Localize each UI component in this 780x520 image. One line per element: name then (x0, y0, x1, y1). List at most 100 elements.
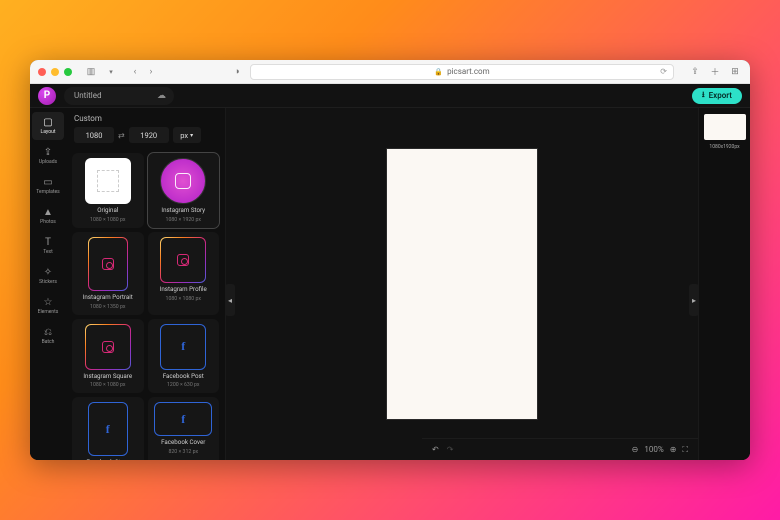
page-thumbnail[interactable] (704, 114, 746, 140)
height-input[interactable]: 1920 (129, 127, 169, 143)
chevron-down-icon[interactable]: ▾ (104, 65, 118, 79)
preset-thumb: f (88, 402, 128, 456)
layout-panel: Custom 1080 ⇄ 1920 px▾ Original 1080 × 10… (66, 108, 226, 460)
rail-item-batch[interactable]: ⎌Batch (32, 322, 64, 350)
app-topbar: P Untitled ☁ ⭳ Export (30, 84, 750, 108)
uploads-icon: ⇪ (44, 148, 52, 158)
canvas-stage[interactable]: ◂ ▸ ↶ ↷ ⊖ 100% ⊕ ⛶ (226, 108, 698, 460)
preset-dims: 820 × 312 px (168, 449, 198, 455)
zoom-level[interactable]: 100% (644, 445, 663, 454)
rail-item-text[interactable]: TText (32, 232, 64, 260)
address-bar[interactable]: 🔒 picsart.com ⟳ (250, 64, 674, 80)
undo-button[interactable]: ↶ (432, 445, 439, 454)
cloud-sync-icon[interactable]: ☁ (157, 91, 166, 101)
preset-dims: 1080 × 1920 px (166, 217, 201, 223)
document-title-text: Untitled (74, 91, 101, 100)
preset-card[interactable]: Instagram Portrait 1080 × 1350 px (72, 232, 144, 315)
rail-item-photos[interactable]: ▲Photos (32, 202, 64, 230)
tabs-icon[interactable]: ⊞ (728, 65, 742, 79)
export-button[interactable]: ⭳ Export (692, 88, 742, 104)
document-title[interactable]: Untitled ☁ (64, 87, 174, 105)
collapse-left-panel[interactable]: ◂ (225, 284, 235, 316)
page-dimensions: 1080x1920px (709, 144, 739, 150)
browser-chrome: ▥ ▾ ‹ › ◑ 🔒 picsart.com ⟳ ⇪ ＋ ⊞ (30, 60, 750, 84)
preset-grid: Original 1080 × 1080 px Instagram Story 108… (66, 149, 225, 460)
rail-label: Layout (41, 129, 56, 135)
pages-sidebar: 1080x1920px (698, 108, 750, 460)
browser-window: ▥ ▾ ‹ › ◑ 🔒 picsart.com ⟳ ⇪ ＋ ⊞ P Untitl… (30, 60, 750, 460)
preset-label: Instagram Profile (160, 286, 207, 293)
canvas[interactable] (387, 149, 537, 419)
app-root: P Untitled ☁ ⭳ Export ▢Layout⇪Uploads▭Te… (30, 84, 750, 460)
stickers-icon: ✧ (44, 268, 52, 278)
custom-dimensions-row: 1080 ⇄ 1920 px▾ (66, 127, 225, 149)
close-window-icon[interactable] (38, 68, 46, 76)
export-label: Export (709, 91, 732, 100)
rail-item-elements[interactable]: ☆Elements (32, 292, 64, 320)
rail-label: Stickers (39, 279, 57, 285)
lock-icon: 🔒 (434, 68, 443, 76)
rail-item-uploads[interactable]: ⇪Uploads (32, 142, 64, 170)
photos-icon: ▲ (43, 208, 53, 218)
rail-item-layout[interactable]: ▢Layout (32, 112, 64, 140)
rail-item-stickers[interactable]: ✧Stickers (32, 262, 64, 290)
sidebar-toggle-icon[interactable]: ▥ (84, 65, 98, 79)
preset-label: Instagram Square (83, 373, 132, 380)
shield-icon[interactable]: ◑ (230, 65, 244, 79)
templates-icon: ▭ (43, 178, 52, 188)
preset-label: Original (97, 207, 118, 214)
rail-item-templates[interactable]: ▭Templates (32, 172, 64, 200)
back-button[interactable]: ‹ (128, 65, 142, 79)
export-icon: ⭳ (702, 89, 705, 103)
preset-card[interactable]: fFacebook Story1080 × 1920 px (72, 397, 144, 460)
unit-dropdown[interactable]: px▾ (173, 127, 201, 143)
collapse-right-panel[interactable]: ▸ (689, 284, 699, 316)
preset-thumb: f (154, 402, 212, 436)
reload-icon[interactable]: ⟳ (660, 67, 667, 76)
preset-card[interactable]: Instagram Profile 1080 × 1080 px (148, 232, 220, 315)
bottom-bar: ↶ ↷ ⊖ 100% ⊕ ⛶ (422, 438, 698, 460)
maximize-window-icon[interactable] (64, 68, 72, 76)
preset-card[interactable]: Original 1080 × 1080 px (72, 153, 144, 228)
rail-label: Text (43, 249, 53, 255)
rail-label: Batch (42, 339, 55, 345)
preset-thumb (160, 237, 206, 283)
preset-label: Facebook Cover (161, 439, 205, 446)
preset-thumb (85, 158, 131, 204)
preset-label: Facebook Story (86, 459, 129, 460)
preset-dims: 1200 × 630 px (167, 382, 200, 388)
rail-label: Photos (40, 219, 56, 225)
forward-button[interactable]: › (144, 65, 158, 79)
minimize-window-icon[interactable] (51, 68, 59, 76)
app-logo[interactable]: P (38, 87, 56, 105)
batch-icon: ⎌ (44, 328, 52, 338)
zoom-out-button[interactable]: ⊖ (632, 445, 639, 454)
preset-thumb: f (160, 324, 206, 370)
new-tab-icon[interactable]: ＋ (708, 65, 722, 79)
panel-header: Custom (66, 108, 225, 127)
preset-dims: 1080 × 1080 px (166, 296, 201, 302)
preset-card[interactable]: Instagram Story 1080 × 1920 px (148, 153, 220, 228)
preset-dims: 1080 × 1350 px (90, 304, 125, 310)
rail-label: Elements (38, 309, 59, 315)
zoom-in-button[interactable]: ⊕ (670, 445, 677, 454)
preset-card[interactable]: Instagram Square 1080 × 1080 px (72, 319, 144, 394)
preset-thumb (160, 158, 206, 204)
preset-label: Instagram Portrait (83, 294, 133, 301)
text-icon: T (45, 238, 51, 248)
app-main: ▢Layout⇪Uploads▭Templates▲PhotosTText✧St… (30, 108, 750, 460)
elements-icon: ☆ (44, 298, 53, 308)
layout-icon: ▢ (43, 118, 52, 128)
share-icon[interactable]: ⇪ (688, 65, 702, 79)
preset-card[interactable]: fFacebook Post1200 × 630 px (148, 319, 220, 394)
window-controls (38, 68, 72, 76)
preset-dims: 1080 × 1080 px (90, 217, 125, 223)
fit-screen-button[interactable]: ⛶ (682, 445, 688, 455)
preset-label: Instagram Story (161, 207, 205, 214)
redo-button[interactable]: ↷ (447, 445, 454, 454)
preset-dims: 1080 × 1080 px (90, 382, 125, 388)
preset-thumb (85, 324, 131, 370)
width-input[interactable]: 1080 (74, 127, 114, 143)
link-dimensions-icon[interactable]: ⇄ (118, 131, 125, 140)
preset-card[interactable]: f Facebook Cover 820 × 312 px (148, 397, 220, 460)
